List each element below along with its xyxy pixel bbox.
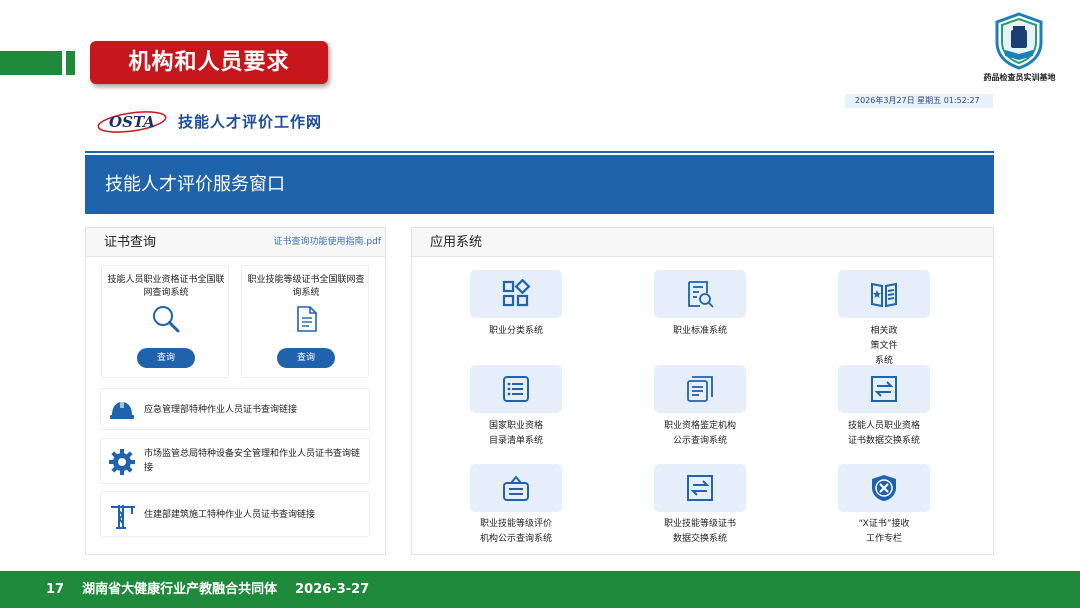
apps-panel-header: 应用系统 bbox=[412, 228, 993, 257]
search-icon bbox=[153, 306, 180, 333]
cert-link-label: 住建部建筑施工特种作业人员证书查询链接 bbox=[144, 510, 316, 520]
app-tile-cert-exchange-professional[interactable] bbox=[838, 365, 930, 413]
exchange-icon bbox=[871, 376, 897, 402]
cert-panel-title: 证书查询 bbox=[104, 235, 157, 250]
app-tile-cert-exchange-skill[interactable] bbox=[654, 464, 746, 512]
guide-pdf-link[interactable]: 证书查询功能使用指南.pdf bbox=[274, 228, 381, 257]
policy-book-icon bbox=[871, 282, 897, 308]
site-name: 技能人才评价工作网 bbox=[178, 113, 323, 131]
banner-top-line bbox=[85, 151, 994, 153]
datetime-display: 2026年3月27日 星期五 01:52:27 bbox=[845, 94, 993, 108]
app-label: 相关政策文件系统 bbox=[870, 326, 898, 366]
app-label: “X证书”接收工作专栏 bbox=[858, 519, 910, 544]
app-tile-occupation-classification[interactable] bbox=[470, 270, 562, 318]
slide-title: 机构和人员要求 bbox=[90, 41, 328, 84]
app-label: 职业技能等级证书数据交换系统 bbox=[663, 519, 736, 544]
app-tile-occupation-standard[interactable] bbox=[654, 270, 746, 318]
service-banner: 技能人才评价服务窗口 bbox=[85, 155, 994, 214]
app-tile-x-cert[interactable] bbox=[838, 464, 930, 512]
x-cert-icon bbox=[872, 475, 896, 501]
logo-caption: 药品检查员实训基地 bbox=[983, 73, 1056, 82]
app-tile-qualification-catalog[interactable] bbox=[470, 365, 562, 413]
cert-link-label: 应急管理部特种作业人员证书查询链接 bbox=[144, 405, 298, 415]
cert-panel-header: 证书查询 证书查询功能使用指南.pdf bbox=[86, 228, 385, 257]
app-label: 职业资格鉴定机构公示查询系统 bbox=[663, 421, 736, 446]
shield-logo-icon bbox=[995, 12, 1043, 70]
cert-link-label: 市场监管总局特种设备安全管理和作业人员证书查询链接 bbox=[144, 449, 361, 473]
svg-text:OSTA: OSTA bbox=[109, 113, 155, 131]
app-label: 职业分类系统 bbox=[488, 326, 543, 336]
cert-link-construction[interactable]: 住建部建筑施工特种作业人员证书查询链接 bbox=[100, 491, 370, 537]
cert-card-title: 职业技能等级证书全国联网查询系统 bbox=[247, 275, 365, 298]
list-icon bbox=[503, 376, 529, 402]
apps-panel-title: 应用系统 bbox=[430, 235, 483, 250]
standard-search-icon bbox=[688, 281, 714, 308]
cert-link-emergency[interactable]: 应急管理部特种作业人员证书查询链接 bbox=[100, 388, 370, 430]
crane-icon bbox=[111, 505, 135, 529]
documents-icon bbox=[687, 376, 713, 402]
header-green-bar bbox=[0, 51, 62, 75]
query-button[interactable]: 查询 bbox=[137, 348, 195, 368]
app-label: 职业技能等级评价机构公示查询系统 bbox=[479, 519, 552, 544]
app-label: 职业标准系统 bbox=[672, 326, 727, 336]
footer-page-number: 17 bbox=[46, 582, 65, 597]
cert-card-professional-qualification: 技能人员职业资格证书全国联网查询系统 查询 bbox=[101, 265, 229, 378]
app-tile-policy-documents[interactable] bbox=[838, 270, 930, 318]
footer-org: 湖南省大健康行业产教融合共同体 bbox=[82, 582, 278, 597]
sign-board-icon bbox=[503, 475, 529, 501]
category-icon bbox=[502, 279, 531, 307]
hardhat-icon bbox=[110, 400, 134, 419]
footer-date: 2026-3-27 bbox=[295, 582, 370, 597]
slide-footer: 17 湖南省大健康行业产教融合共同体 2026-3-27 bbox=[0, 571, 1080, 608]
cert-card-skill-level: 职业技能等级证书全国联网查询系统 查询 bbox=[241, 265, 369, 378]
app-label: 国家职业资格目录清单系统 bbox=[488, 421, 543, 446]
query-button[interactable]: 查询 bbox=[277, 348, 335, 368]
osta-logo: OSTA bbox=[97, 111, 167, 133]
cert-link-market-supervision[interactable]: 市场监管总局特种设备安全管理和作业人员证书查询链接 bbox=[100, 438, 370, 484]
app-label: 技能人员职业资格证书数据交换系统 bbox=[847, 421, 920, 446]
exchange-icon bbox=[687, 475, 713, 501]
document-icon bbox=[297, 306, 317, 332]
app-tile-skill-level-institutions[interactable] bbox=[470, 464, 562, 512]
gear-icon bbox=[109, 449, 135, 475]
app-tile-appraisal-institutions[interactable] bbox=[654, 365, 746, 413]
cert-card-title: 技能人员职业资格证书全国联网查询系统 bbox=[107, 275, 225, 298]
header-green-bar-small bbox=[66, 51, 75, 75]
